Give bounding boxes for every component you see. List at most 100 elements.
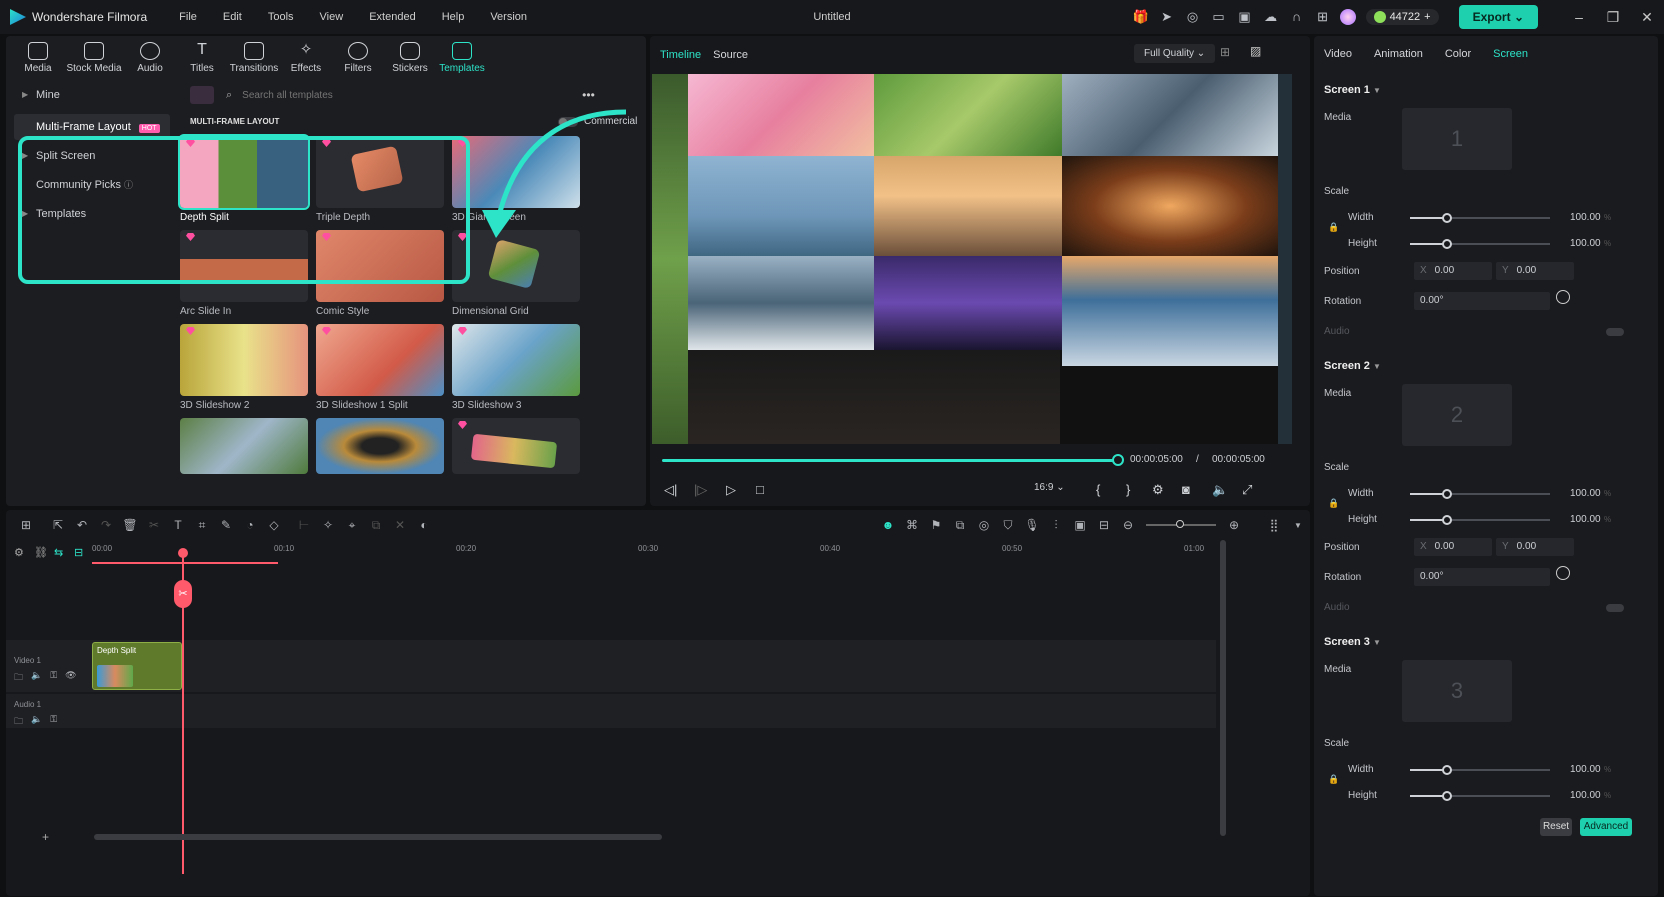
time-ruler[interactable]: 00:00 00:10 00:20 00:30 00:40 00:50 01:0… [92, 544, 1222, 560]
screen-3-header[interactable]: Screen 3 ▼ [1324, 636, 1381, 648]
step-back-icon[interactable]: |▷ [694, 482, 707, 498]
ai-copilot-icon[interactable]: ☻ [876, 518, 900, 532]
render-settings-icon[interactable]: ⚙ [1152, 482, 1164, 498]
save-icon[interactable]: ▣ [1236, 8, 1254, 26]
screen-1-header[interactable]: Screen 1 ▼ [1324, 84, 1381, 96]
smart-cut-icon[interactable]: ⌖ [340, 518, 364, 533]
select-tool-icon[interactable]: ⇱ [46, 518, 70, 532]
apps-grid-icon[interactable]: ⊞ [1314, 8, 1332, 26]
stop-icon[interactable]: □ [756, 482, 764, 497]
lock-ratio-icon[interactable]: 🔒 [1328, 498, 1339, 509]
avatar[interactable] [1339, 9, 1356, 25]
screen-3-width-slider[interactable] [1410, 765, 1550, 775]
export-button[interactable]: Export ⌄ [1458, 5, 1538, 29]
mute-icon[interactable]: 🔈 [31, 670, 42, 686]
add-track-icon[interactable]: + [42, 830, 49, 844]
palette-icon[interactable]: ◐ [412, 518, 436, 532]
screen-2-width-slider[interactable] [1410, 489, 1550, 499]
tab-timeline[interactable]: Timeline [660, 49, 701, 61]
lock-icon[interactable]: ⚿ [50, 714, 57, 730]
screen-1-height-slider[interactable] [1410, 239, 1550, 249]
chevron-down-icon[interactable]: ▼ [1286, 521, 1310, 530]
menu-view[interactable]: View [320, 11, 344, 23]
camera-snapshot-icon[interactable]: ◙ [1182, 482, 1190, 497]
color-icon[interactable]: ✎ [214, 518, 238, 532]
mark-out-icon[interactable]: } [1126, 482, 1130, 497]
zoom-out-icon[interactable]: ⊖ [1116, 518, 1140, 532]
screen-2-header[interactable]: Screen 2 ▼ [1324, 360, 1381, 372]
template-card[interactable] [316, 418, 444, 474]
mark-in-icon[interactable]: { [1096, 482, 1100, 497]
restore-icon[interactable]: ❐ [1596, 9, 1630, 26]
template-card[interactable] [180, 418, 308, 474]
delete-icon[interactable]: 🗑 [118, 518, 142, 532]
screen-1-position-y[interactable]: Y 0.00 [1496, 262, 1574, 280]
auto-ripple-icon[interactable]: ⊟ [74, 546, 83, 559]
unlink-icon[interactable]: ⛓ [34, 546, 48, 559]
microphone-icon[interactable]: 🎙 [1020, 518, 1044, 532]
menu-tools[interactable]: Tools [268, 11, 294, 23]
crop-icon[interactable]: ⌗ [190, 518, 214, 533]
headphones-icon[interactable]: ∩ [1288, 8, 1306, 26]
monitor-icon[interactable]: ▭ [1210, 8, 1228, 26]
tab-stickers[interactable]: Stickers [384, 42, 436, 78]
tab-stock-media[interactable]: Stock Media [64, 42, 124, 78]
screen-2-position-y[interactable]: Y 0.00 [1496, 538, 1574, 556]
tab-video[interactable]: Video [1324, 48, 1352, 60]
undo-icon[interactable]: ↶ [70, 518, 94, 532]
freeze-icon[interactable]: ⧉ [364, 518, 388, 533]
tab-templates[interactable]: Templates [436, 42, 488, 78]
advanced-button[interactable]: Advanced [1580, 818, 1632, 836]
motion-track-icon[interactable]: ◎ [972, 518, 996, 532]
screen-3-media-slot[interactable]: 3 [1402, 660, 1512, 722]
timeline-scrollbar[interactable] [94, 834, 662, 840]
zoom-in-icon[interactable]: ⊕ [1222, 518, 1246, 532]
filter-icon[interactable] [190, 86, 214, 104]
play-icon[interactable]: ▷ [726, 482, 736, 498]
scissors-icon[interactable]: ✂ [174, 580, 192, 608]
menu-file[interactable]: File [179, 11, 197, 23]
screen-2-height-slider[interactable] [1410, 515, 1550, 525]
text-icon[interactable]: T [166, 518, 190, 532]
tab-source[interactable]: Source [713, 49, 748, 61]
timeline-clip[interactable]: Depth Split [92, 642, 182, 690]
screen-1-width-value[interactable]: 100.00 [1570, 212, 1601, 223]
gift-icon[interactable]: 🎁 [1132, 8, 1150, 26]
sidebar-item-mine[interactable]: ▶ Mine [14, 82, 170, 108]
trim-icon[interactable]: ⊢ [292, 518, 316, 532]
scene-detect-icon[interactable]: ⧉ [948, 518, 972, 533]
screen-1-rotation-field[interactable]: 0.00° [1414, 292, 1550, 310]
redo-icon[interactable]: ↷ [94, 518, 118, 532]
link-icon[interactable]: ⇆ [54, 546, 63, 559]
snapshot-view-icon[interactable]: ▨ [1250, 44, 1261, 58]
rotation-dial-icon[interactable] [1556, 566, 1570, 580]
speed-icon[interactable]: ◔ [238, 518, 262, 532]
playback-progress[interactable] [662, 459, 1118, 462]
auto-highlight-icon[interactable]: ⌘ [900, 518, 924, 532]
screen-2-width-value[interactable]: 100.00 [1570, 488, 1601, 499]
minimize-icon[interactable]: – [1562, 9, 1596, 25]
audio-toggle[interactable] [1606, 604, 1624, 612]
pip-icon[interactable]: ▣ [1068, 518, 1092, 532]
cloud-icon[interactable]: ☁ [1262, 8, 1280, 26]
screen-1-width-slider[interactable] [1410, 213, 1550, 223]
audio-mixer-icon[interactable]: ⫶ [1044, 518, 1068, 533]
tab-screen[interactable]: Screen [1493, 48, 1528, 60]
menu-edit[interactable]: Edit [223, 11, 242, 23]
progress-handle[interactable] [1112, 454, 1124, 466]
keyframe-icon[interactable]: ◇ [262, 518, 286, 532]
lock-ratio-icon[interactable]: 🔒 [1328, 222, 1339, 233]
grid-options-icon[interactable]: ⣿ [1262, 518, 1286, 532]
lock-icon[interactable]: ⚿ [50, 670, 57, 686]
folder-icon[interactable]: 🗀 [14, 670, 23, 686]
template-card[interactable] [452, 418, 580, 474]
send-icon[interactable]: ➤ [1158, 8, 1176, 26]
screen-3-height-slider[interactable] [1410, 791, 1550, 801]
vertical-scrollbar[interactable] [1220, 540, 1226, 836]
eye-icon[interactable]: 👁 [65, 670, 76, 686]
zoom-slider[interactable] [1146, 520, 1216, 528]
previous-frame-icon[interactable]: ◁| [664, 482, 677, 498]
credits-badge[interactable]: 44722 + [1365, 9, 1439, 25]
audio-toggle[interactable] [1606, 328, 1624, 336]
screen-1-height-value[interactable]: 100.00 [1570, 238, 1601, 249]
